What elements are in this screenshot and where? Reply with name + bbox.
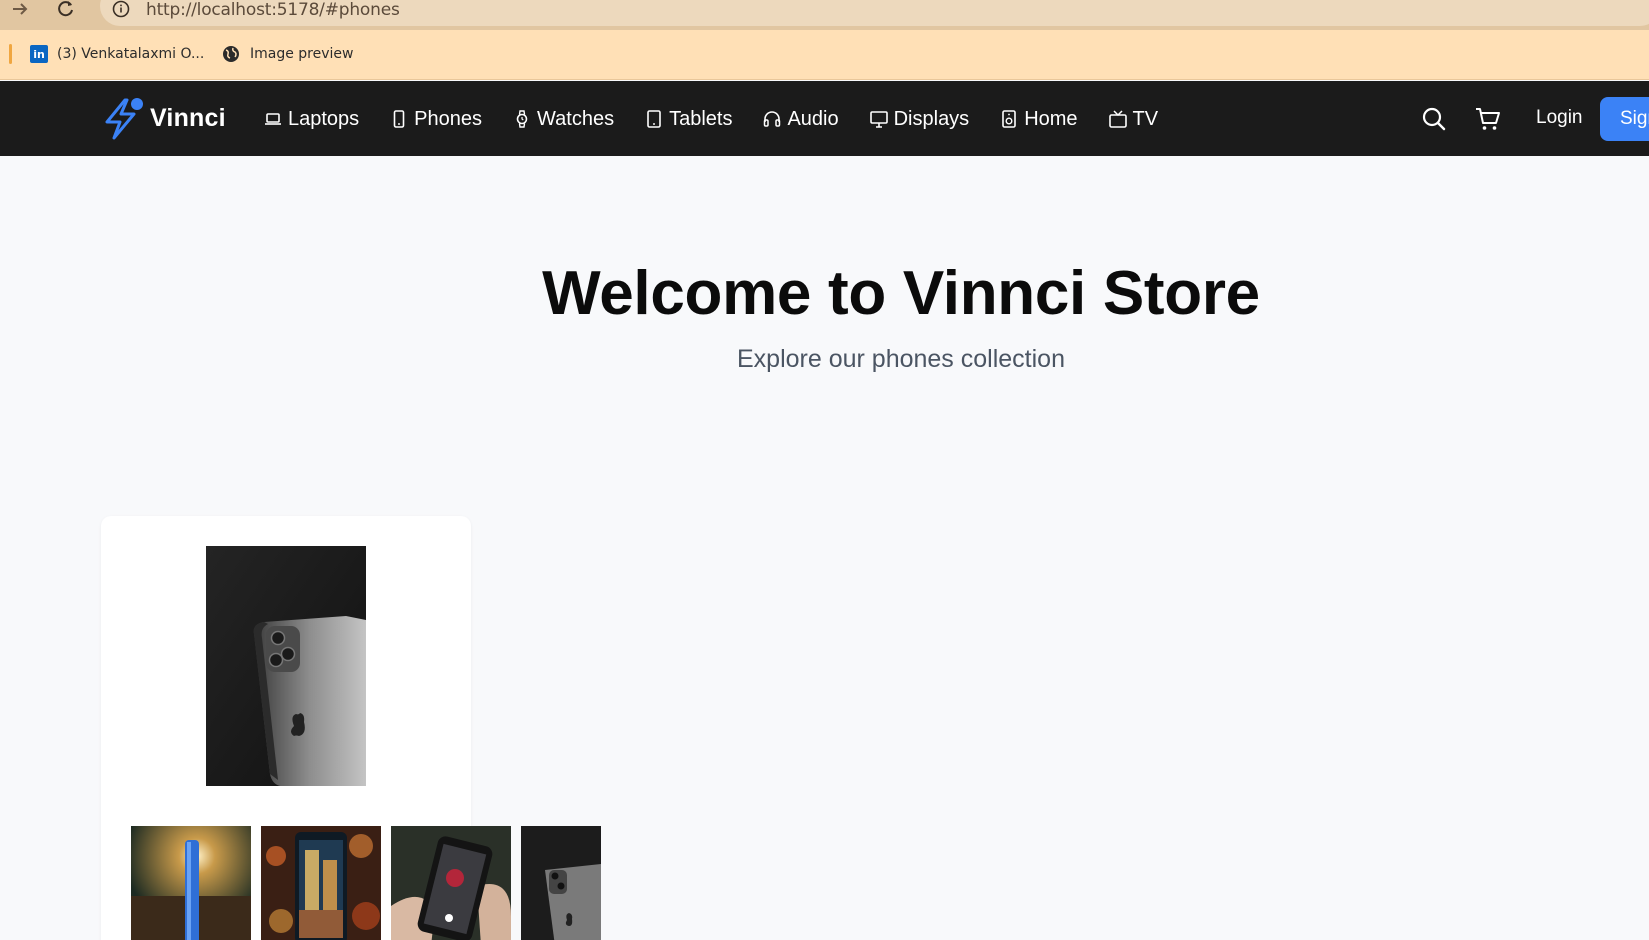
- monitor-icon: [869, 111, 888, 128]
- hero-title: Welcome to Vinnci Store: [542, 259, 1260, 328]
- bookmark-label: Image preview: [250, 46, 354, 62]
- site-info-icon[interactable]: [112, 0, 130, 18]
- nav-audio[interactable]: Audio: [762, 105, 839, 133]
- nav-watches[interactable]: Watches: [512, 105, 614, 133]
- hand-holding-phone-photo: [391, 826, 511, 940]
- watch-icon: [516, 110, 528, 128]
- tablet-icon: [647, 110, 661, 128]
- cart-button[interactable]: [1474, 105, 1502, 133]
- url-field[interactable]: http://localhost:5178/#phones: [100, 0, 1649, 26]
- nav-label: Phones: [414, 107, 483, 130]
- lightning-logo-icon: [105, 98, 143, 140]
- nav-label: Audio: [787, 107, 839, 130]
- browser-address-bar: http://localhost:5178/#phones: [0, 0, 1649, 30]
- nav-label: Displays: [893, 107, 970, 130]
- nav-home[interactable]: Home: [999, 105, 1078, 133]
- phone-icon: [393, 110, 405, 128]
- thumbnail-2[interactable]: [261, 826, 381, 940]
- reload-icon[interactable]: [56, 0, 80, 21]
- nav-label: Laptops: [288, 107, 360, 130]
- search-icon: [1422, 107, 1446, 131]
- headphones-icon: [764, 111, 781, 127]
- dark-phone-back-photo: [521, 826, 601, 940]
- thumbnail-4[interactable]: [521, 826, 601, 940]
- category-nav: Laptops Phones Watches Tablets Audio Dis…: [263, 105, 1188, 133]
- bookmark-divider: [9, 44, 12, 64]
- url-text: http://localhost:5178/#phones: [146, 0, 400, 20]
- nav-tablets[interactable]: Tablets: [644, 105, 732, 133]
- nav-label: Home: [1024, 107, 1078, 130]
- nav-displays[interactable]: Displays: [869, 105, 970, 133]
- bookmark-label: (3) Venkatalaxmi O...: [57, 46, 205, 62]
- brand-name: Vinnci: [150, 103, 226, 132]
- nav-label: Watches: [537, 107, 615, 130]
- search-button[interactable]: [1420, 105, 1448, 133]
- hero-subtitle: Explore our phones collection: [737, 345, 1065, 373]
- nav-phones[interactable]: Phones: [389, 105, 482, 133]
- product-main-image[interactable]: [206, 546, 366, 786]
- forward-arrow-icon[interactable]: [10, 0, 36, 21]
- signup-label: Sign: [1620, 108, 1649, 129]
- nav-laptops[interactable]: Laptops: [263, 105, 359, 133]
- signup-button[interactable]: Sign: [1600, 97, 1649, 141]
- login-button[interactable]: Login: [1536, 107, 1583, 129]
- blue-phone-photo: [131, 826, 251, 940]
- phone-photo: [206, 546, 366, 786]
- globe-icon: [222, 45, 240, 63]
- thumbnail-1[interactable]: [131, 826, 251, 940]
- site-navbar: Vinnci Laptops Phones Watches Tablets Au…: [0, 81, 1649, 156]
- bookmark-linkedin[interactable]: in (3) Venkatalaxmi O...: [30, 43, 204, 65]
- bookmarks-bar: in (3) Venkatalaxmi O... Image preview: [0, 30, 1649, 80]
- bookmark-image-preview[interactable]: Image preview: [222, 43, 353, 65]
- nav-label: Tablets: [669, 107, 733, 130]
- nav-label: TV: [1132, 107, 1159, 130]
- linkedin-icon: in: [30, 45, 48, 63]
- brand-logo[interactable]: Vinnci: [103, 93, 226, 143]
- thumbnail-3[interactable]: [391, 826, 511, 940]
- tv-icon: [1108, 110, 1127, 128]
- speaker-icon: [1002, 110, 1016, 128]
- city-night-phone-photo: [261, 826, 381, 940]
- laptop-icon: [265, 113, 281, 125]
- nav-tv[interactable]: TV: [1108, 105, 1159, 133]
- cart-icon: [1476, 108, 1500, 130]
